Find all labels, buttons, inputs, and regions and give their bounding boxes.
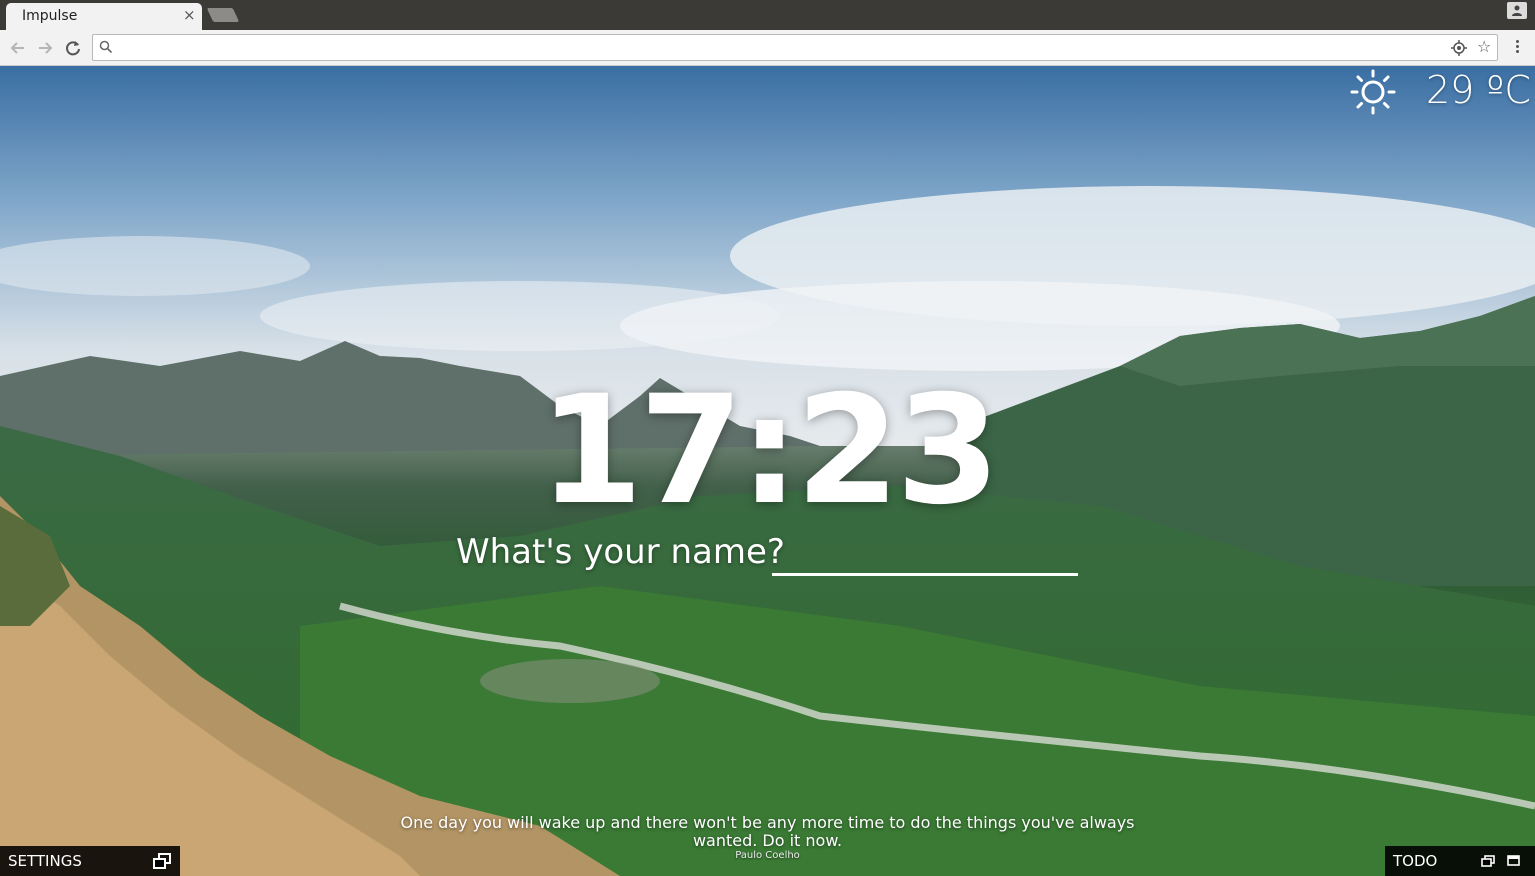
tab-strip: Impulse ×	[0, 0, 1535, 30]
arrow-left-icon	[10, 42, 24, 54]
tab-title: Impulse	[22, 8, 78, 24]
clock: 17:23	[538, 364, 1000, 538]
todo-panel[interactable]: TODO	[1385, 846, 1535, 876]
maximize-window-icon[interactable]	[1507, 855, 1520, 866]
address-bar[interactable]: ☆	[92, 34, 1498, 61]
back-button[interactable]	[7, 37, 29, 59]
settings-label: SETTINGS	[8, 852, 82, 870]
bookmark-star-icon[interactable]: ☆	[1477, 38, 1491, 56]
reload-button[interactable]	[62, 37, 84, 59]
temperature-reading: 29 ºC	[1426, 68, 1531, 112]
reload-icon	[66, 41, 80, 56]
browser-toolbar: ☆	[0, 30, 1535, 66]
search-icon	[99, 40, 113, 54]
new-tab-button[interactable]	[206, 8, 240, 22]
location-target-icon[interactable]	[1451, 40, 1467, 56]
new-tab-page: 29 ºC 17:23 What's your name? One day yo…	[0, 66, 1535, 876]
address-input[interactable]	[119, 38, 1433, 59]
profile-button[interactable]	[1507, 2, 1527, 19]
name-prompt: What's your name?	[456, 532, 785, 572]
quote-author: Paulo Coelho	[735, 850, 800, 861]
settings-panel[interactable]: SETTINGS	[0, 846, 180, 876]
sun-icon	[1350, 69, 1396, 115]
name-input[interactable]	[772, 534, 1078, 576]
tab-close-icon[interactable]: ×	[183, 6, 196, 24]
browser-menu-button[interactable]	[1511, 38, 1523, 58]
quote-text: One day you will wake up and there won't…	[400, 813, 1135, 850]
todo-label: TODO	[1393, 852, 1438, 870]
restore-window-icon[interactable]	[153, 853, 171, 869]
restore-window-icon[interactable]	[1481, 855, 1495, 867]
arrow-right-icon	[39, 42, 53, 54]
forward-button[interactable]	[34, 37, 56, 59]
tab-impulse[interactable]: Impulse ×	[6, 3, 202, 30]
person-icon	[1512, 5, 1522, 16]
